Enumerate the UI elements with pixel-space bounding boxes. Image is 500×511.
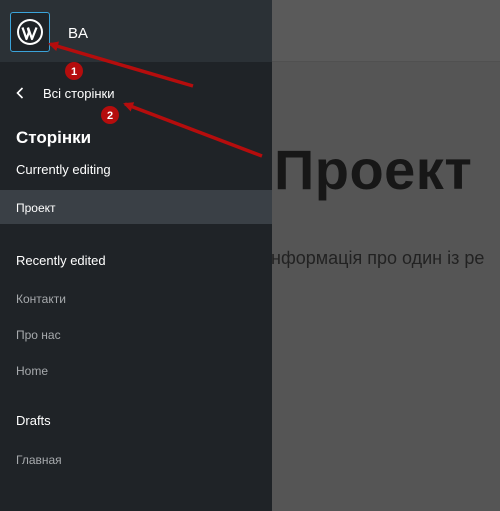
back-label: Всі сторінки (43, 85, 115, 101)
page-paragraph: Інформація про один із ре (272, 248, 485, 268)
group-label-drafts: Drafts (16, 413, 51, 428)
site-title[interactable]: BA (68, 25, 88, 42)
page-item-main[interactable]: Главная (16, 453, 62, 467)
editor-topbar (272, 0, 500, 62)
site-editor-sidebar: BA Всі сторінки Сторінки Currently editi… (0, 0, 272, 511)
wordpress-logo-icon[interactable] (10, 12, 50, 52)
page-item-home[interactable]: Home (16, 364, 48, 378)
page-heading: Проект (274, 138, 473, 201)
chevron-left-icon (16, 86, 28, 100)
sidebar-header: BA (0, 0, 272, 62)
page-item-label: Проект (16, 201, 56, 215)
page-item-contacts[interactable]: Контакти (16, 292, 66, 306)
back-to-all-pages-button[interactable]: Всі сторінки (16, 84, 114, 102)
section-title: Сторінки (16, 128, 92, 147)
group-label-recently-edited: Recently edited (16, 253, 106, 268)
group-label-currently-editing: Currently editing (16, 162, 111, 177)
page-item-about[interactable]: Про нас (16, 328, 61, 342)
page-item-project[interactable]: Проект (0, 190, 272, 224)
editor-canvas: Проект Інформація про один із ре (272, 0, 500, 511)
